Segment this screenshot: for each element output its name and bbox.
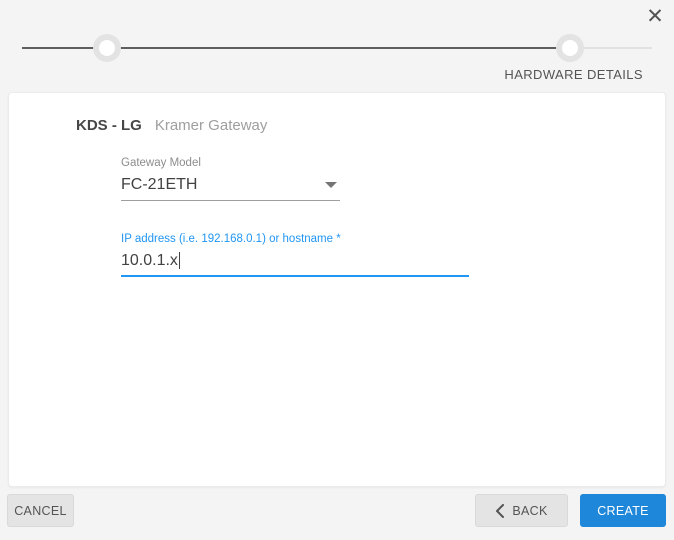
stepper-step-label: HARDWARE DETAILS	[504, 67, 643, 82]
ip-address-input[interactable]: 10.0.1.x	[121, 251, 469, 277]
back-button[interactable]: BACK	[475, 494, 568, 527]
chevron-left-icon	[496, 503, 505, 518]
ip-address-value: 10.0.1.x	[121, 252, 178, 269]
gateway-model-label: Gateway Model	[121, 157, 201, 169]
card-header: KDS - LG Kramer Gateway	[76, 117, 267, 134]
stepper-step-2-circle[interactable]	[556, 34, 584, 62]
dropdown-arrow-icon	[325, 181, 337, 188]
text-cursor	[178, 252, 180, 269]
gateway-model-value: FC-21ETH	[121, 176, 198, 193]
gateway-model-field: Gateway Model FC-21ETH	[121, 157, 340, 201]
back-button-label: BACK	[512, 503, 548, 518]
device-name: KDS - LG	[76, 117, 142, 134]
close-icon[interactable]: ✕	[640, 2, 670, 32]
gateway-model-select[interactable]: FC-21ETH	[121, 175, 340, 201]
hardware-details-card: KDS - LG Kramer Gateway Gateway Model FC-…	[8, 92, 666, 487]
stepper-step-1-circle[interactable]	[93, 34, 121, 62]
cancel-button[interactable]: CANCEL	[7, 494, 74, 527]
device-type: Kramer Gateway	[154, 117, 268, 134]
ip-address-label: IP address (i.e. 192.168.0.1) or hostnam…	[121, 233, 341, 245]
hardware-details-dialog: ✕ HARDWARE DETAILS KDS - LG Kramer Gatewa…	[0, 0, 674, 540]
create-button[interactable]: CREATE	[580, 494, 666, 527]
ip-address-field: IP address (i.e. 192.168.0.1) or hostnam…	[121, 233, 469, 277]
